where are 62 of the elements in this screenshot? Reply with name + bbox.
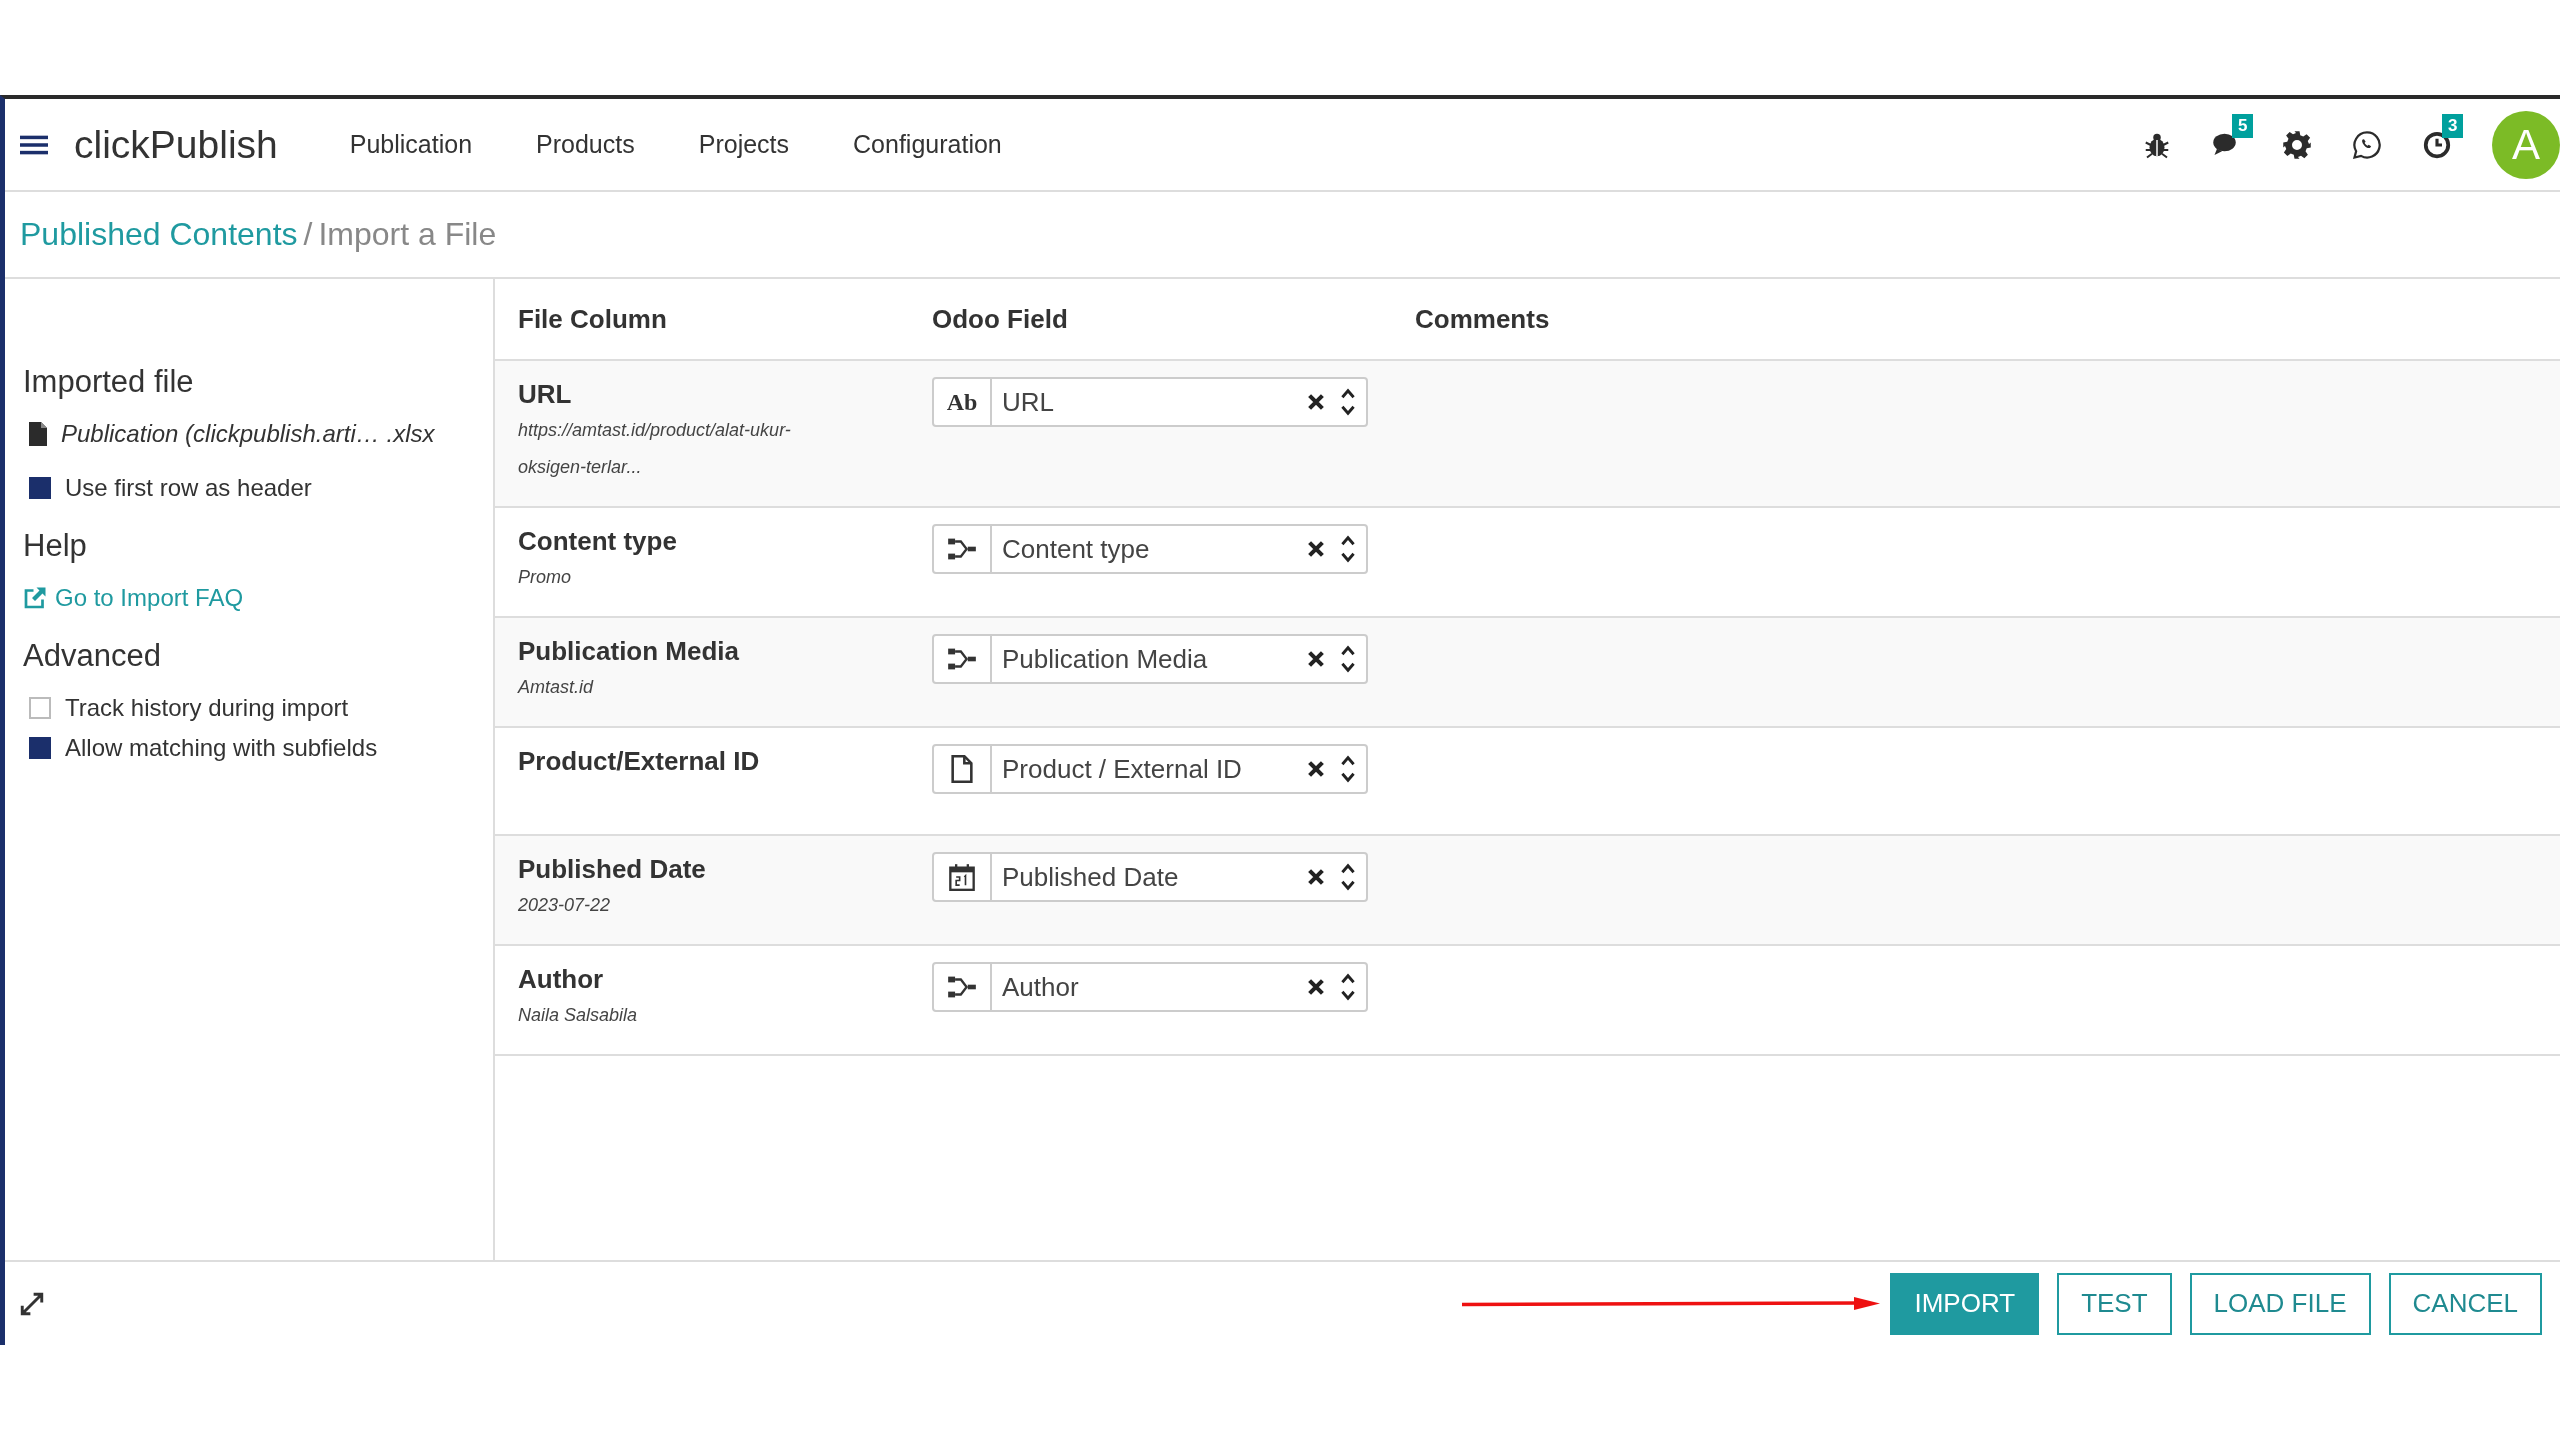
sort-caret-icon[interactable]: [1340, 534, 1356, 564]
checkbox[interactable]: [29, 737, 51, 759]
file-name: Publication (clickpublish.arti… .xlsx: [61, 420, 435, 448]
field-select[interactable]: Ab URL: [932, 377, 1368, 427]
sort-caret-icon[interactable]: [1340, 754, 1356, 784]
sample-value: Promo: [518, 566, 572, 589]
clear-icon[interactable]: [1308, 869, 1324, 885]
footer-button[interactable]: TEST: [2057, 1272, 2172, 1335]
checkbox[interactable]: [29, 697, 51, 719]
clear-icon[interactable]: [1308, 761, 1324, 777]
file-column-name: Publication Media: [518, 636, 741, 667]
sort-caret-icon[interactable]: [1340, 644, 1356, 674]
sort-caret-icon[interactable]: [1340, 972, 1356, 1002]
section-heading: Help: [23, 528, 88, 564]
sample-value: 2023-07-22: [518, 894, 612, 917]
menu-item[interactable]: Products: [536, 130, 635, 159]
column-header: Comments: [1415, 303, 1551, 335]
breadcrumb-separator: /: [303, 216, 313, 253]
settings-icon[interactable]: [2282, 129, 2312, 160]
field-select[interactable]: Author: [932, 962, 1368, 1012]
calendar-icon: [947, 863, 977, 891]
section-heading: Imported file: [23, 364, 195, 400]
clock-icon[interactable]: [2422, 129, 2452, 160]
file-column-name: Published Date: [518, 854, 707, 885]
sample-value: Naila Salsabila: [518, 1004, 639, 1027]
column-header: Odoo Field: [932, 303, 1069, 335]
field-select[interactable]: Product / External ID: [932, 744, 1368, 794]
option-label: Use first row as header: [65, 474, 312, 502]
file-column-name: Product/External ID: [518, 746, 761, 777]
option-label: Track history during import: [65, 694, 349, 722]
menu-item[interactable]: Configuration: [853, 130, 1002, 159]
clear-icon[interactable]: [1308, 979, 1324, 995]
sample-value: https://amtast.id/product/alat-ukur-oksigen-terlar...: [518, 419, 792, 479]
activity-count-badge: 3: [2442, 113, 2464, 138]
file-column-name: Content type: [518, 526, 678, 557]
breadcrumb-current: Import a File: [318, 216, 497, 253]
field-select[interactable]: Publication Media: [932, 634, 1368, 684]
phone-chat-icon[interactable]: [2352, 129, 2382, 160]
footer-button[interactable]: LOAD FILE: [2189, 1272, 2371, 1335]
clear-icon[interactable]: [1308, 394, 1324, 410]
checkbox[interactable]: [29, 477, 51, 499]
sort-caret-icon[interactable]: [1340, 862, 1356, 892]
section-heading: Advanced: [23, 638, 162, 674]
field-select[interactable]: Content type: [932, 524, 1368, 574]
file-column-name: URL: [518, 379, 573, 410]
footer-button[interactable]: CANCEL: [2388, 1272, 2542, 1335]
clear-icon[interactable]: [1308, 541, 1324, 557]
message-count-badge: 5: [2232, 113, 2254, 138]
menu-item[interactable]: Projects: [698, 130, 790, 159]
file-column-name: Author: [518, 964, 605, 995]
sample-value: Amtast.id: [518, 676, 595, 699]
clear-icon[interactable]: [1308, 651, 1324, 667]
file-icon: [29, 422, 47, 446]
expand-icon[interactable]: [19, 1290, 45, 1317]
field-select[interactable]: Published Date: [932, 852, 1368, 902]
app-name[interactable]: clickPublish: [74, 122, 278, 167]
menu-item[interactable]: Publication: [349, 130, 473, 159]
field-type-label: Ab: [946, 388, 978, 416]
external-link-icon: [23, 586, 47, 610]
sort-caret-icon[interactable]: [1340, 387, 1356, 417]
column-header: File Column: [517, 303, 668, 335]
option-label: Allow matching with subfields: [65, 734, 378, 762]
